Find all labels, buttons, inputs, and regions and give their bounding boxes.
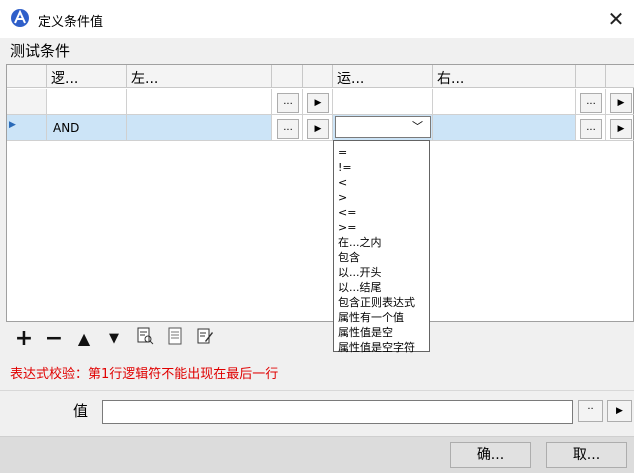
operator-dropdown-list[interactable]: = != < > <= >= 在...之内 包含 以...开头 以...结尾 包含正则表达式 属性有一…: [333, 140, 430, 354]
value-ellipsis-button[interactable]: ··: [578, 400, 603, 422]
right-value-cell[interactable]: [433, 115, 576, 141]
row-header-current[interactable]: ▶: [7, 115, 47, 141]
operator-option[interactable]: 在...之内: [338, 235, 382, 250]
value-input[interactable]: [102, 400, 573, 424]
remove-row-icon[interactable]: −: [42, 327, 66, 351]
operator-option[interactable]: =: [338, 145, 347, 160]
value-label: 值: [73, 402, 89, 420]
logic-cell[interactable]: [47, 89, 127, 115]
operator-option[interactable]: 以...开头: [338, 265, 382, 280]
footer-bar: [0, 436, 634, 473]
right-value-cell[interactable]: [433, 89, 576, 115]
operator-option[interactable]: <=: [338, 205, 356, 220]
value-play-button[interactable]: ▶: [607, 400, 632, 422]
column-header-right[interactable]: 右...: [433, 65, 576, 88]
right-play-button[interactable]: ▶: [610, 119, 632, 139]
row-header-corner: [7, 65, 47, 88]
group-title: 测试条件: [10, 42, 71, 60]
close-icon[interactable]: ✕: [602, 5, 630, 33]
edit-doc-icon[interactable]: [193, 327, 217, 351]
operator-cell[interactable]: [333, 89, 433, 115]
cancel-button[interactable]: 取...: [546, 442, 627, 468]
right-ellipsis-button[interactable]: ...: [580, 93, 602, 113]
column-header-left[interactable]: 左...: [127, 65, 272, 88]
column-header-blank: [272, 65, 303, 88]
condition-grid: 逻... 左... 运... 右... ... ▶ ... ▶ ▶ AND ..…: [6, 64, 634, 322]
operator-option[interactable]: >: [338, 190, 347, 205]
left-value-cell[interactable]: [127, 89, 272, 115]
move-down-icon[interactable]: ▼: [102, 327, 126, 351]
left-ellipsis-button[interactable]: ...: [277, 119, 299, 139]
right-ellipsis-button[interactable]: ...: [580, 119, 602, 139]
operator-option[interactable]: <: [338, 175, 347, 190]
column-header-blank: [606, 65, 634, 88]
column-header-logic[interactable]: 逻...: [47, 65, 127, 88]
ok-button[interactable]: 确...: [450, 442, 531, 468]
operator-option[interactable]: 属性有一个值: [338, 310, 404, 325]
operator-option[interactable]: 包含: [338, 250, 360, 265]
left-ellipsis-button[interactable]: ...: [277, 93, 299, 113]
operator-option[interactable]: >=: [338, 220, 356, 235]
left-value-cell[interactable]: [127, 115, 272, 141]
left-play-button[interactable]: ▶: [307, 93, 329, 113]
operator-option[interactable]: 包含正则表达式: [338, 295, 415, 310]
operator-option[interactable]: !=: [338, 160, 352, 175]
left-play-button[interactable]: ▶: [307, 119, 329, 139]
operator-option[interactable]: 以...结尾: [338, 280, 382, 295]
chevron-down-icon[interactable]: ﹀: [412, 118, 423, 134]
column-header-blank: [303, 65, 333, 88]
row-header[interactable]: [7, 89, 47, 115]
logic-cell[interactable]: AND: [47, 115, 127, 141]
app-logo-icon: [10, 8, 30, 28]
move-up-icon[interactable]: ▲: [72, 327, 96, 351]
search-doc-icon[interactable]: [133, 327, 157, 351]
column-header-blank: [576, 65, 606, 88]
divider: [0, 390, 634, 391]
right-play-button[interactable]: ▶: [610, 93, 632, 113]
column-header-operator[interactable]: 运...: [333, 65, 433, 88]
grid-toolbar: + − ▲ ▼: [6, 325, 634, 353]
validation-message: 表达式校验：第1行逻辑符不能出现在最后一行: [10, 367, 279, 382]
window-title: 定义条件值: [38, 15, 104, 30]
operator-combobox[interactable]: ﹀: [335, 116, 431, 138]
document-icon[interactable]: [163, 327, 187, 351]
add-row-icon[interactable]: +: [12, 327, 36, 351]
